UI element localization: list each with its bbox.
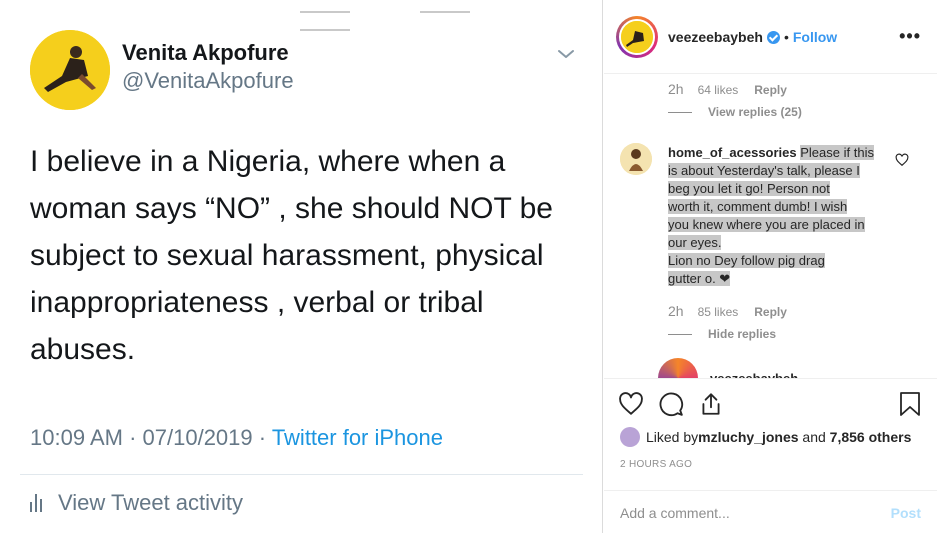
comment-meta: 2h 64 likes Reply	[668, 81, 787, 97]
comment-likes[interactable]: 64 likes	[698, 83, 739, 97]
comment-time: 2h	[668, 303, 684, 319]
tweet-time: 10:09 AM	[30, 425, 123, 450]
tweet-image: Venita Akpofure @VenitaAkpofure I believ…	[0, 0, 603, 533]
liked-middle: and	[798, 429, 830, 445]
follow-button[interactable]: Follow	[793, 29, 837, 45]
comment-text-line: is about Yesterday's talk, please I	[668, 163, 860, 178]
comment-text-line: beg you let it go! Person not	[668, 181, 830, 196]
hide-replies-label: Hide replies	[708, 327, 777, 341]
liked-prefix: Liked by	[646, 429, 699, 445]
view-tweet-activity-link[interactable]: View Tweet activity	[30, 490, 243, 516]
top-edge-strip	[300, 0, 602, 31]
more-horizontal-icon[interactable]: •••	[899, 26, 921, 47]
post-header: veezeebaybeh • Follow •••	[604, 0, 937, 74]
post-actions: Liked by mzluchy_jones and 7,856 others …	[604, 378, 937, 533]
comment: home_of_acessories Please if this is abo…	[668, 144, 888, 288]
bar-chart-icon	[30, 494, 42, 512]
comment-text-line: Lion no Dey follow pig drag	[668, 253, 825, 268]
comment-text-line: our eyes.	[668, 235, 722, 250]
add-comment-input[interactable]	[620, 504, 891, 521]
reply-username[interactable]: veezeebaybeh	[710, 371, 798, 379]
like-comment-heart-icon[interactable]	[895, 153, 909, 167]
activity-label: View Tweet activity	[58, 490, 244, 515]
comment-likes[interactable]: 85 likes	[698, 305, 739, 319]
meta-separator: ·	[129, 425, 143, 450]
tweet-avatar	[30, 30, 110, 110]
verified-badge-icon	[766, 31, 780, 44]
comment-text-line: Please if this	[800, 145, 874, 160]
reply-item[interactable]: veezeebaybeh	[658, 358, 798, 378]
tweet-meta: 10:09 AM · 07/10/2019 · Twitter for iPho…	[30, 425, 443, 451]
bookmark-icon	[900, 392, 920, 416]
tweet-handle[interactable]: @VenitaAkpofure	[122, 68, 294, 94]
save-button[interactable]	[899, 391, 921, 417]
comments-list[interactable]: 2h 64 likes Reply View replies (25) home_o…	[604, 75, 937, 378]
instagram-panel: veezeebaybeh • Follow ••• 2h 64 likes Repl…	[604, 0, 937, 533]
comment-time: 2h	[668, 81, 684, 97]
post-timestamp[interactable]: 2 HOURS AGO	[620, 459, 692, 470]
add-comment-bar: Post	[604, 490, 937, 533]
liked-user[interactable]: mzluchy_jones	[698, 429, 798, 445]
chevron-down-icon[interactable]	[556, 44, 576, 64]
avatar-figure-icon	[30, 30, 110, 110]
comment-meta: 2h 85 likes Reply	[668, 303, 787, 319]
comment-text-line: you knew where you are placed in	[668, 217, 865, 232]
avatar-figure-icon	[621, 20, 653, 53]
comment-avatar[interactable]	[620, 143, 652, 175]
view-replies-label: View replies (25)	[708, 105, 802, 119]
comment-text-line: gutter o. ❤	[668, 271, 731, 286]
liked-by: Liked by mzluchy_jones and 7,856 others	[620, 427, 911, 447]
avatar	[619, 18, 655, 55]
post-button[interactable]: Post	[891, 505, 921, 521]
post-username[interactable]: veezeebaybeh	[668, 29, 763, 45]
liked-avatar[interactable]	[620, 427, 640, 447]
story-ring[interactable]	[616, 15, 658, 58]
reply-button[interactable]: Reply	[754, 83, 787, 97]
tweet-display-name[interactable]: Venita Akpofure	[122, 40, 289, 66]
reply-avatar	[658, 358, 698, 378]
reply-button[interactable]: Reply	[754, 305, 787, 319]
divider	[20, 474, 583, 475]
view-replies-button[interactable]: View replies (25)	[668, 105, 802, 119]
tweet-date: 07/10/2019	[142, 425, 253, 450]
heart-icon[interactable]	[618, 391, 644, 417]
action-icons	[618, 391, 724, 417]
liked-count[interactable]: 7,856 others	[830, 429, 912, 445]
header-dot: •	[783, 28, 789, 45]
meta-separator: ·	[258, 425, 272, 450]
tweet-text: I believe in a Nigeria, where when a wom…	[30, 145, 553, 366]
hide-replies-button[interactable]: Hide replies	[668, 327, 776, 341]
share-icon[interactable]	[698, 391, 724, 417]
avatar-figure-icon	[620, 143, 652, 175]
comment-icon[interactable]	[658, 391, 684, 417]
tweet-source-link[interactable]: Twitter for iPhone	[272, 425, 443, 450]
comment-text-line: worth it, comment dumb! I wish	[668, 199, 848, 214]
comment-username[interactable]: home_of_acessories	[668, 145, 797, 160]
